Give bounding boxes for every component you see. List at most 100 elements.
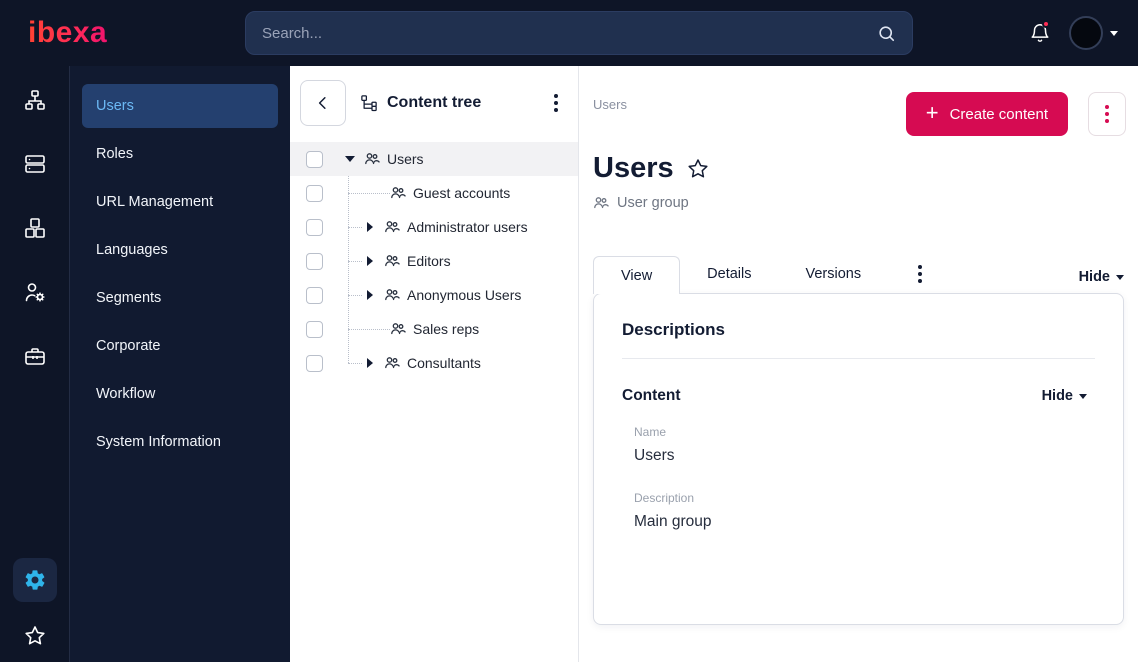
- divider: [622, 358, 1095, 359]
- tree-checkbox[interactable]: [306, 184, 323, 202]
- caret-down-icon[interactable]: [342, 156, 358, 162]
- tree-options-kebab-icon[interactable]: [550, 90, 562, 116]
- topbar-right: [1029, 16, 1138, 50]
- tree-item-label: Guest accounts: [413, 185, 511, 201]
- sidebar-item-label: URL Management: [96, 194, 214, 210]
- caret-right-icon[interactable]: [362, 256, 378, 266]
- field-label: Name: [634, 425, 667, 439]
- sidebar-item-corporate[interactable]: Corporate: [70, 322, 290, 370]
- tab-label: Details: [707, 266, 752, 282]
- tree-item-label: Anonymous Users: [407, 287, 522, 303]
- plus-icon: +: [925, 100, 939, 125]
- sitemap-icon[interactable]: [23, 88, 47, 112]
- content-tree-list: Users Guest accounts Administrator users: [290, 138, 578, 380]
- tab-bar: View Details Versions Hide: [593, 255, 1128, 294]
- tree-checkbox[interactable]: [306, 150, 323, 168]
- tree-checkbox[interactable]: [306, 252, 323, 270]
- tree-item-consultants[interactable]: Consultants: [290, 346, 578, 380]
- sidebar-item-label: Roles: [96, 146, 134, 162]
- user-group-icon: [384, 219, 400, 235]
- sidebar-item-url-management[interactable]: URL Management: [70, 178, 290, 226]
- sidebar-item-label: Workflow: [96, 386, 156, 402]
- tree-checkbox[interactable]: [306, 320, 323, 338]
- tree-item-users[interactable]: Users: [290, 142, 578, 176]
- collapse-tree-button[interactable]: [300, 80, 346, 126]
- tree-checkbox[interactable]: [306, 218, 323, 236]
- user-settings-icon[interactable]: [23, 280, 47, 304]
- blocks-icon[interactable]: [23, 216, 47, 240]
- search-icon[interactable]: [877, 24, 896, 43]
- tree-branch-line: [348, 226, 362, 228]
- caret-right-icon[interactable]: [362, 358, 378, 368]
- tree-item-anonymous-users[interactable]: Anonymous Users: [290, 278, 578, 312]
- caret-down-icon: [1116, 274, 1124, 280]
- tree-branch-line: [348, 328, 390, 330]
- field-value: Main group: [634, 513, 712, 530]
- main-actions: + Create content: [905, 92, 1126, 136]
- ibexa-logo[interactable]: ibexa: [28, 16, 107, 49]
- tree-item-label: Sales reps: [413, 321, 480, 337]
- field-description: Description Main group: [634, 491, 1095, 531]
- sidebar-item-label: Languages: [96, 242, 168, 258]
- tree-item-sales-reps[interactable]: Sales reps: [290, 312, 578, 346]
- tree-branch-line: [348, 294, 362, 296]
- tree-item-guest-accounts[interactable]: Guest accounts: [290, 176, 578, 210]
- tree-checkbox[interactable]: [306, 354, 323, 372]
- notifications-bell-icon[interactable]: [1029, 20, 1051, 44]
- content-tree-panel: Content tree Users Guest accounts Admini…: [290, 66, 579, 662]
- sidebar-item-system-information[interactable]: System Information: [70, 418, 290, 466]
- logo-container: ibexa: [0, 16, 245, 50]
- sidebar-item-roles[interactable]: Roles: [70, 130, 290, 178]
- admin-sidebar: Users Roles URL Management Languages Seg…: [70, 66, 290, 662]
- content-options-kebab-icon[interactable]: [1088, 92, 1126, 136]
- chevron-left-icon: [314, 94, 332, 112]
- avatar[interactable]: [1069, 16, 1103, 50]
- page-title: Users: [593, 152, 674, 184]
- content-list-icon[interactable]: [23, 152, 47, 176]
- search-input[interactable]: [262, 24, 877, 42]
- tabs-overflow-kebab-icon[interactable]: [888, 255, 952, 293]
- content-type-badge: User group: [593, 195, 1128, 211]
- global-search[interactable]: [245, 11, 913, 55]
- tree-item-label: Administrator users: [407, 219, 528, 235]
- sidebar-item-workflow[interactable]: Workflow: [70, 370, 290, 418]
- tree-branch-line: [348, 362, 362, 364]
- hide-section-toggle[interactable]: Hide: [1042, 388, 1087, 404]
- content-tree-title-label: Content tree: [387, 94, 482, 111]
- toolbox-icon[interactable]: [23, 344, 47, 368]
- caret-right-icon[interactable]: [362, 290, 378, 300]
- sidebar-item-segments[interactable]: Segments: [70, 274, 290, 322]
- hide-label: Hide: [1041, 388, 1073, 404]
- field-list: Name Users Description Main group: [622, 425, 1095, 531]
- tree-item-editors[interactable]: Editors: [290, 244, 578, 278]
- user-group-icon: [384, 355, 400, 371]
- user-group-icon: [593, 195, 609, 211]
- sidebar-item-users[interactable]: Users: [82, 84, 278, 128]
- create-content-label: Create content: [949, 105, 1048, 123]
- hide-all-toggle[interactable]: Hide: [1079, 269, 1124, 293]
- hide-label: Hide: [1078, 269, 1110, 285]
- sidebar-item-label: Corporate: [96, 338, 161, 354]
- field-name: Name Users: [634, 425, 1095, 465]
- content-type-label: User group: [617, 195, 689, 211]
- card-heading: Descriptions: [622, 320, 725, 339]
- tab-view[interactable]: View: [593, 256, 681, 294]
- create-content-button[interactable]: + Create content: [905, 92, 1068, 136]
- caret-right-icon[interactable]: [362, 222, 378, 232]
- user-group-icon: [364, 151, 380, 167]
- notification-badge: [1042, 20, 1050, 28]
- breadcrumb[interactable]: Users: [593, 92, 627, 112]
- tree-item-administrator-users[interactable]: Administrator users: [290, 210, 578, 244]
- tree-checkbox[interactable]: [306, 286, 323, 304]
- sidebar-item-languages[interactable]: Languages: [70, 226, 290, 274]
- tab-details[interactable]: Details: [680, 255, 778, 293]
- favorite-star-icon[interactable]: [686, 157, 710, 181]
- tree-branch-line: [348, 260, 362, 262]
- gear-icon: [23, 568, 47, 592]
- sidebar-item-label: System Information: [96, 434, 221, 450]
- settings-button[interactable]: [12, 558, 57, 602]
- tab-versions[interactable]: Versions: [779, 255, 889, 293]
- star-icon[interactable]: [23, 624, 47, 648]
- content-tree-title: Content tree: [360, 94, 481, 112]
- user-menu[interactable]: [1069, 16, 1118, 50]
